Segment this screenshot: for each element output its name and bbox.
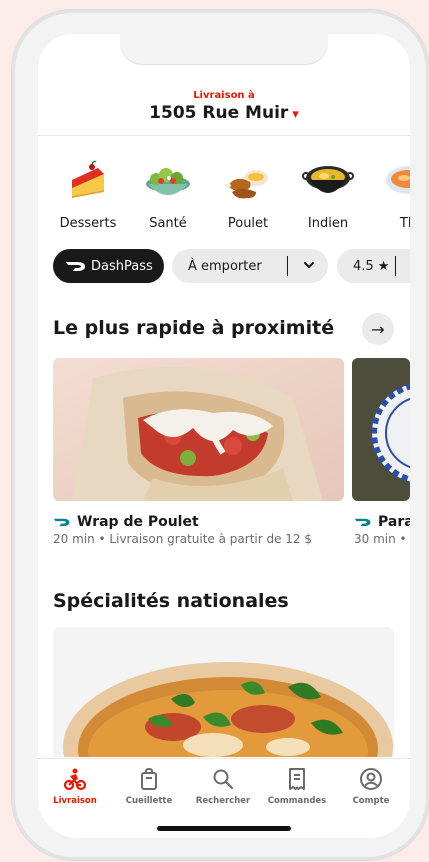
category-label: Santé	[149, 216, 187, 231]
tab-label: Rechercher	[195, 796, 251, 806]
store-name: Wrap de Poulet	[77, 514, 199, 530]
app-screen: Livraison à 1505 Rue Muir ▾ Desserts San…	[38, 34, 410, 838]
tab-rechercher[interactable]: Rechercher	[186, 767, 260, 806]
search-icon	[213, 769, 234, 790]
takeout-chip[interactable]: À emporter	[172, 249, 328, 283]
category-label: Indien	[307, 216, 349, 231]
bag-icon	[141, 767, 157, 790]
tab-compte[interactable]: Compte	[334, 767, 408, 806]
store-name: Para	[378, 514, 410, 530]
takeout-label: À emporter	[188, 258, 262, 274]
tab-label: Livraison	[53, 796, 97, 806]
store-card-image-wrap[interactable]	[53, 358, 344, 501]
national-card-image-wrap[interactable]	[53, 627, 394, 757]
store-card-name[interactable]: Para	[354, 514, 410, 530]
category-indien[interactable]: Indien	[292, 154, 364, 231]
arrow-right-icon: →	[371, 319, 385, 339]
chip-divider	[287, 256, 288, 276]
curry-icon	[302, 166, 354, 193]
tab-label: Compte	[352, 796, 390, 806]
tab-label: Commandes	[267, 796, 327, 806]
chevron-down-icon: ▾	[292, 107, 299, 122]
tab-cueillette[interactable]: Cueillette	[112, 767, 186, 806]
see-all-arrow-button[interactable]: →	[362, 313, 394, 345]
filter-chips: DashPass À emporter 4.5 ★	[53, 249, 410, 283]
phone-notch	[120, 34, 328, 64]
delivery-icon	[63, 768, 87, 791]
category-label: Th	[399, 216, 410, 231]
rating-label: 4.5 ★	[353, 258, 390, 274]
wrap-photo	[53, 358, 344, 501]
rating-chip[interactable]: 4.5 ★	[337, 249, 410, 283]
tab-label: Cueillette	[125, 796, 173, 806]
section-title-fastest: Le plus rapide à proximité	[53, 317, 335, 339]
salad-icon	[146, 168, 190, 195]
tab-commandes[interactable]: Commandes	[260, 767, 334, 806]
home-indicator[interactable]	[157, 826, 291, 831]
delivery-subtitle: Livraison à	[193, 90, 255, 101]
store-card-name[interactable]: Wrap de Poulet	[53, 514, 199, 530]
category-sante[interactable]: Santé	[132, 154, 204, 231]
thai-icon	[386, 166, 410, 194]
category-poulet[interactable]: Poulet	[212, 154, 284, 231]
dashpass-chip[interactable]: DashPass	[53, 249, 164, 283]
address-text: 1505 Rue Muir	[149, 103, 289, 123]
chip-divider	[395, 256, 396, 276]
category-label: Poulet	[227, 216, 269, 231]
dashpass-icon	[53, 518, 70, 527]
chicken-icon	[225, 170, 268, 199]
account-icon	[360, 768, 382, 790]
pizza-photo	[53, 627, 394, 757]
dashpass-icon	[66, 262, 85, 271]
category-thai[interactable]: Th	[372, 154, 410, 231]
category-row: Desserts Santé Poulet Indien T	[38, 154, 410, 234]
section-title-national: Spécialités nationales	[53, 590, 289, 612]
para-photo	[352, 358, 410, 501]
tab-livraison[interactable]: Livraison	[38, 767, 112, 806]
address-selector[interactable]: 1505 Rue Muir ▾	[38, 103, 410, 123]
cake-icon	[72, 160, 104, 198]
chevron-down-icon[interactable]	[302, 258, 316, 272]
store-card-info: 20 min • Livraison gratuite à partir de …	[53, 532, 313, 546]
store-card-image-wrap[interactable]	[352, 358, 410, 501]
dashpass-icon	[354, 518, 371, 527]
category-label: Desserts	[59, 216, 117, 231]
orders-icon	[289, 768, 305, 790]
store-card-info: 30 min • L	[354, 532, 410, 546]
dashpass-label: DashPass	[91, 258, 153, 274]
category-desserts[interactable]: Desserts	[52, 154, 124, 231]
